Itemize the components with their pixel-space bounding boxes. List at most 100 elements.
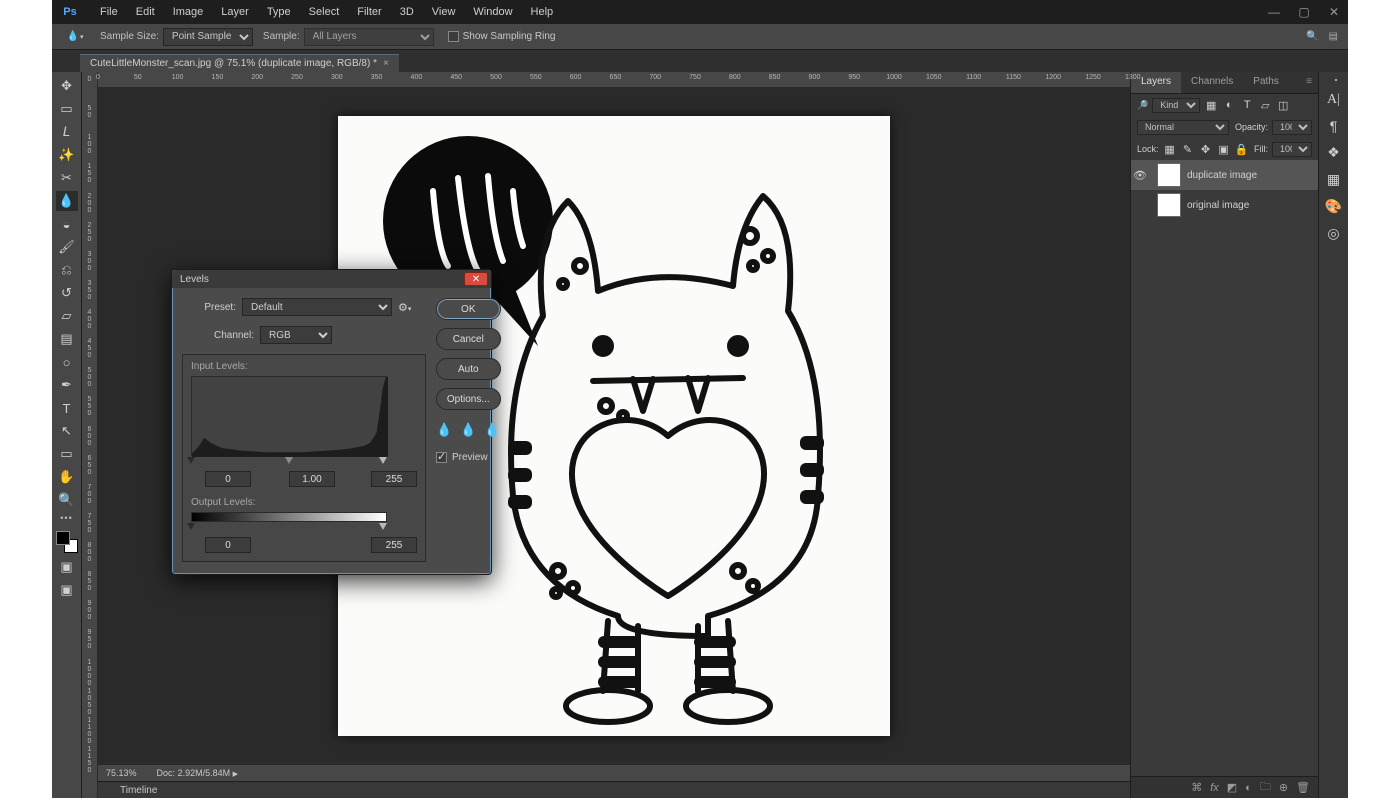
filter-adjust-icon[interactable]: ◐ [1222,99,1236,111]
zoom-tool[interactable]: 🔍 [56,490,78,510]
filter-smart-icon[interactable]: ◫ [1276,99,1290,112]
panel-tab-channels[interactable]: Channels [1181,72,1243,93]
input-black-field[interactable] [205,471,251,487]
group-icon[interactable]: 🗀 [1260,778,1271,797]
magic-wand-tool[interactable]: ✨ [56,145,78,165]
layer-thumbnail[interactable] [1157,193,1181,217]
type-tool[interactable]: T [56,398,78,418]
shape-tool[interactable]: ▭ [56,444,78,464]
fx-icon[interactable]: fx [1210,782,1219,794]
delete-layer-icon[interactable]: 🗑 [1296,781,1310,794]
menu-select[interactable]: Select [301,2,348,22]
layer-row[interactable]: original image [1131,190,1318,220]
new-layer-icon[interactable]: ⊕ [1279,781,1288,794]
swatches-panel-icon[interactable]: ▦ [1327,171,1340,188]
lock-position-icon[interactable]: ✥ [1199,143,1213,156]
output-black-field[interactable] [205,537,251,553]
gamma-slider[interactable] [285,457,293,464]
layer-filter-kind[interactable]: Kind [1152,98,1200,113]
lock-artboard-icon[interactable]: ▣ [1217,143,1231,156]
window-minimize-button[interactable]: — [1260,5,1288,19]
spot-heal-tool[interactable]: ◒ [56,214,78,234]
dodge-tool[interactable]: ○ [56,352,78,372]
sample-select[interactable]: All Layers [304,28,434,46]
link-layers-icon[interactable]: ⌘ [1191,781,1202,794]
show-sampling-ring-checkbox[interactable]: Show Sampling Ring [448,31,556,42]
path-tool[interactable]: ↖ [56,421,78,441]
filter-pixel-icon[interactable]: ▦ [1204,99,1218,112]
preset-select[interactable]: Default [242,298,392,316]
stamp-tool[interactable]: ⎌ [56,260,78,280]
menu-type[interactable]: Type [259,2,299,22]
layer-thumbnail[interactable] [1157,163,1181,187]
menu-edit[interactable]: Edit [128,2,163,22]
window-close-button[interactable]: ✕ [1320,5,1348,19]
layer-row[interactable]: 👁duplicate image [1131,160,1318,190]
lock-brush-icon[interactable]: ✎ [1181,143,1195,156]
cancel-button[interactable]: Cancel [436,328,501,350]
white-point-slider[interactable] [379,457,387,464]
options-button[interactable]: Options... [436,388,501,410]
character-panel-icon[interactable]: A| [1327,92,1340,108]
timeline-panel-tab[interactable]: Timeline [98,781,1130,798]
levels-dialog[interactable]: Levels ✕ Preset: Default ⚙▾ Channel: RGB… [171,269,492,575]
auto-button[interactable]: Auto [436,358,501,380]
marquee-tool[interactable]: ▭ [56,99,78,119]
gray-eyedropper-icon[interactable]: 💧 [460,422,476,438]
menu-3d[interactable]: 3D [392,2,422,22]
input-gamma-field[interactable] [289,471,335,487]
eyedropper-tool[interactable]: 💧 [56,191,78,211]
move-tool[interactable]: ✥ [56,76,78,96]
color-panel-icon[interactable]: 🎨 [1325,198,1342,215]
foreground-background-swatch[interactable] [55,530,79,554]
gradient-tool[interactable]: ▤ [56,329,78,349]
dialog-close-button[interactable]: ✕ [464,272,488,286]
paragraph-panel-icon[interactable]: ¶ [1330,118,1338,134]
preview-checkbox[interactable] [436,452,447,463]
input-white-field[interactable] [371,471,417,487]
lock-pixels-icon[interactable]: ▦ [1163,143,1177,156]
white-eyedropper-icon[interactable]: 💧 [484,422,500,438]
menu-filter[interactable]: Filter [349,2,389,22]
screen-mode-button[interactable]: ▣ [56,580,78,600]
eraser-tool[interactable]: ▱ [56,306,78,326]
sample-size-select[interactable]: Point Sample [163,28,253,46]
fill-input[interactable]: 100% [1272,142,1312,157]
opacity-input[interactable]: 100% [1272,120,1312,135]
menu-window[interactable]: Window [465,2,520,22]
menu-layer[interactable]: Layer [213,2,257,22]
filter-type-icon[interactable]: T [1240,99,1254,111]
quick-mask-button[interactable]: ▣ [56,557,78,577]
output-white-field[interactable] [371,537,417,553]
workspace-icon[interactable]: ▤ [1329,31,1338,42]
search-icon[interactable]: 🔍 [1306,31,1318,42]
black-eyedropper-icon[interactable]: 💧 [436,422,452,438]
brush-tool[interactable]: 🖌 [56,237,78,257]
preset-menu-icon[interactable]: ⚙▾ [398,301,411,314]
filter-shape-icon[interactable]: ▱ [1258,99,1272,112]
menu-view[interactable]: View [424,2,464,22]
output-white-slider[interactable] [379,523,387,530]
visibility-icon[interactable]: 👁 [1131,169,1149,182]
output-black-slider[interactable] [187,523,195,530]
ok-button[interactable]: OK [436,298,501,320]
window-maximize-button[interactable]: ▢ [1290,5,1318,19]
dialog-titlebar[interactable]: Levels ✕ [172,270,491,288]
history-brush-tool[interactable]: ↺ [56,283,78,303]
menu-image[interactable]: Image [165,2,212,22]
document-tab[interactable]: CuteLittleMonster_scan.jpg @ 75.1% (dupl… [80,54,399,72]
glyphs-panel-icon[interactable]: ❖ [1327,144,1340,161]
adjustment-icon[interactable]: ◐ [1245,782,1252,794]
panel-menu-icon[interactable]: ≡ [1300,72,1318,93]
crop-tool[interactable]: ✂ [56,168,78,188]
mask-icon[interactable]: ◩ [1227,781,1237,794]
hand-tool[interactable]: ✋ [56,467,78,487]
tool-overflow[interactable]: ••• [60,513,72,523]
black-point-slider[interactable] [187,457,195,464]
menu-help[interactable]: Help [523,2,562,22]
pen-tool[interactable]: ✒ [56,375,78,395]
lock-all-icon[interactable]: 🔒 [1235,143,1249,156]
channel-select[interactable]: RGB [260,326,332,344]
menu-file[interactable]: File [92,2,126,22]
panel-tab-paths[interactable]: Paths [1243,72,1289,93]
